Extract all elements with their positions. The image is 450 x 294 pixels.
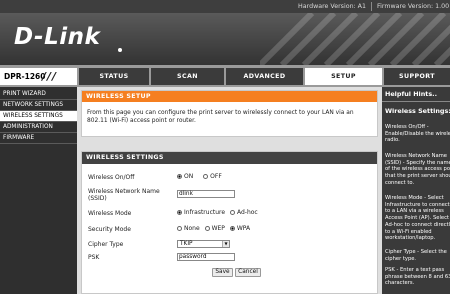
- help-psk: PSK - Enter a text pass phrase between 8…: [385, 267, 450, 287]
- main-content: WIRELESS SETUP From this page you can co…: [77, 87, 382, 294]
- wireless-setup-description: From this page you can configure the pri…: [87, 110, 354, 124]
- help-ssid: Wireless Network Name (SSID) - Specify t…: [385, 153, 450, 186]
- ssid-input[interactable]: dlink: [177, 190, 235, 198]
- security-wep-option[interactable]: WEP: [204, 225, 225, 232]
- radio-on-icon[interactable]: [177, 174, 182, 179]
- security-mode-group: None WEP WPA: [177, 225, 250, 233]
- tab-scan[interactable]: SCAN: [149, 68, 224, 85]
- brand-banner: D-Link: [0, 13, 450, 65]
- radio-wpa-icon[interactable]: [229, 226, 235, 231]
- sidebar-item-print-wizard[interactable]: PRINT WIZARD: [0, 89, 77, 100]
- wireless-settings-title: WIRELESS SETTINGS: [82, 152, 377, 164]
- wireless-mode-label: Wireless Mode: [88, 210, 132, 217]
- help-cipher: Cipher Type - Select the cipher type.: [385, 249, 447, 262]
- router-admin-page: Hardware Version: A1 Firmware Version: 1…: [0, 0, 450, 294]
- save-button[interactable]: Save: [212, 268, 233, 277]
- wireless-on-label: ON: [184, 173, 194, 180]
- mode-adhoc-option[interactable]: Ad-hoc: [229, 209, 258, 216]
- security-wpa-label: WPA: [236, 225, 251, 232]
- wireless-setup-title: WIRELESS SETUP: [82, 91, 377, 102]
- cipher-type-select[interactable]: TKIP ▼: [177, 240, 230, 248]
- logo-dot: [118, 48, 122, 52]
- tab-support[interactable]: SUPPORT: [382, 68, 450, 85]
- radio-wep-icon[interactable]: [204, 226, 210, 231]
- dlink-logo: D-Link: [14, 24, 101, 50]
- tab-status[interactable]: STATUS: [77, 68, 149, 85]
- wireless-off-label: OFF: [210, 173, 222, 180]
- version-divider: [371, 2, 372, 11]
- mode-infrastructure-option[interactable]: Infrastructure: [177, 209, 225, 216]
- mode-infrastructure-label: Infrastructure: [184, 209, 226, 216]
- model-slashes-icon: ///: [42, 70, 58, 83]
- security-wpa-option[interactable]: WPA: [229, 225, 251, 232]
- wireless-on-option[interactable]: ON: [177, 173, 193, 180]
- help-panel: Helpful Hints.. Wireless Settings: Wirel…: [382, 87, 450, 294]
- sidebar-item-administration[interactable]: ADMINISTRATION: [0, 122, 77, 133]
- security-none-label: None: [184, 225, 200, 232]
- cipher-type-label: Cipher Type: [88, 241, 124, 248]
- model-label: DPR-1260 ///: [0, 68, 77, 85]
- security-none-option[interactable]: None: [177, 225, 200, 232]
- sidebar-item-wireless-settings[interactable]: WIRELESS SETTINGS: [0, 111, 77, 122]
- security-wep-label: WEP: [211, 225, 225, 232]
- wireless-mode-group: Infrastructure Ad-hoc: [177, 209, 258, 217]
- sidebar: PRINT WIZARD NETWORK SETTINGS WIRELESS S…: [0, 87, 77, 294]
- help-on-off: Wireless On/Off - Enable/Disable the wir…: [385, 124, 450, 144]
- tab-advanced[interactable]: ADVANCED: [224, 68, 303, 85]
- tab-setup[interactable]: SETUP: [303, 68, 382, 85]
- radio-adhoc-icon[interactable]: [229, 210, 235, 215]
- help-wireless-mode: Wireless Mode - Select Infrastructure to…: [385, 195, 450, 242]
- wireless-setup-panel: WIRELESS SETUP From this page you can co…: [81, 90, 378, 137]
- help-title: Helpful Hints..: [385, 90, 437, 98]
- help-subtitle: Wireless Settings:: [385, 107, 450, 115]
- model-name: DPR-1260: [4, 72, 46, 81]
- firmware-version: Firmware Version: 1.00: [377, 3, 450, 10]
- version-bar: Hardware Version: A1 Firmware Version: 1…: [0, 0, 450, 13]
- banner-stripes: [260, 13, 450, 65]
- hardware-version: Hardware Version: A1: [298, 3, 366, 10]
- psk-input[interactable]: password: [177, 253, 235, 261]
- help-divider: [382, 101, 450, 102]
- ssid-label-line2: (SSID): [88, 195, 107, 202]
- wireless-on-off-group: ON OFF: [177, 173, 230, 181]
- cancel-button[interactable]: Cancel: [235, 268, 261, 277]
- radio-infrastructure-icon[interactable]: [177, 210, 182, 215]
- psk-label: PSK: [88, 254, 100, 261]
- wireless-settings-panel: WIRELESS SETTINGS Wireless On/Off ON OFF…: [81, 151, 378, 294]
- mode-adhoc-label: Ad-hoc: [236, 209, 258, 216]
- sidebar-item-network-settings[interactable]: NETWORK SETTINGS: [0, 100, 77, 111]
- security-mode-label: Security Mode: [88, 226, 131, 233]
- radio-off-icon[interactable]: [203, 174, 209, 179]
- radio-none-icon[interactable]: [177, 226, 182, 231]
- wireless-on-off-label: Wireless On/Off: [88, 174, 135, 181]
- ssid-label-line1: Wireless Network Name: [88, 188, 160, 195]
- cipher-type-value: TKIP: [180, 241, 193, 247]
- wireless-off-option[interactable]: OFF: [203, 173, 222, 180]
- chevron-down-icon[interactable]: ▼: [222, 241, 229, 247]
- sidebar-item-firmware[interactable]: FIRMWARE: [0, 133, 77, 144]
